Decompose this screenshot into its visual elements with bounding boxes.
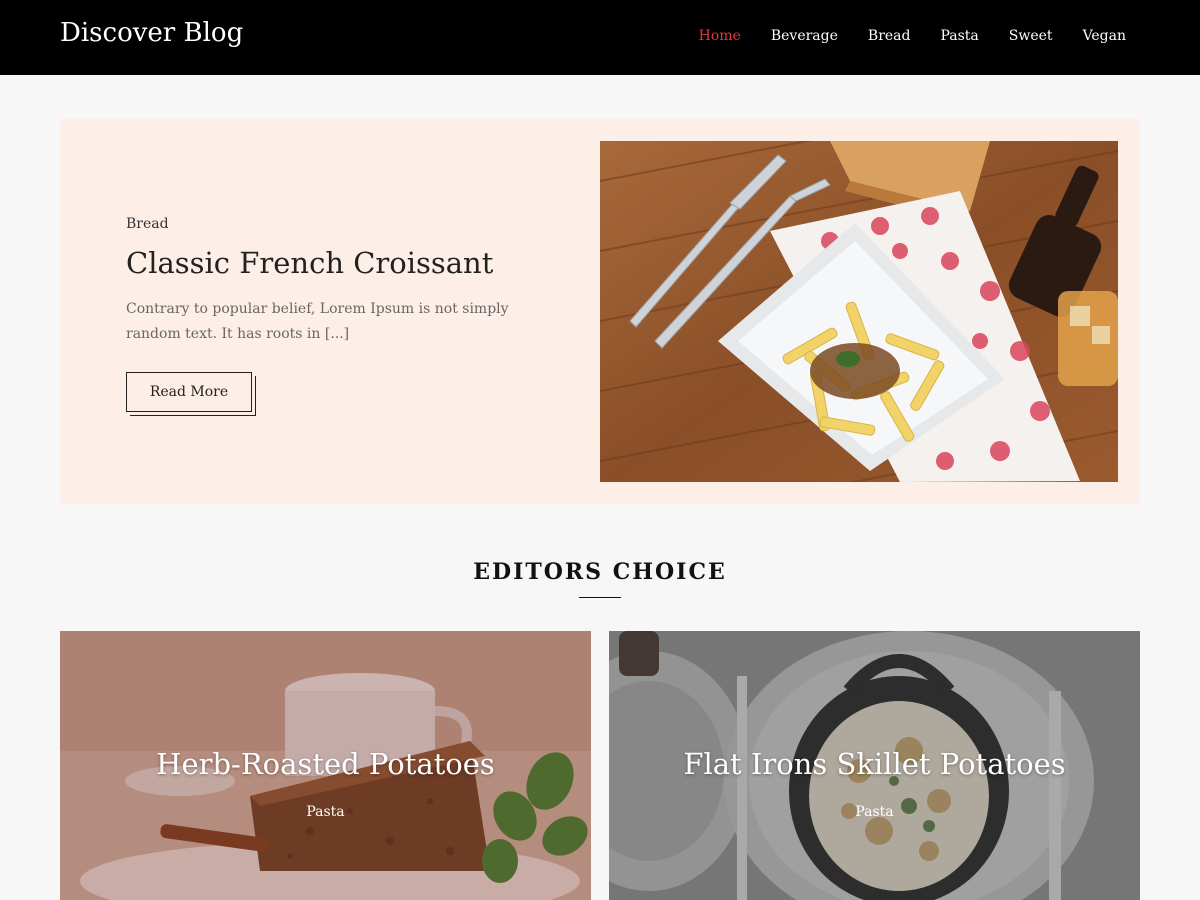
card-category[interactable]: Pasta [609, 804, 1140, 820]
nav-item-beverage[interactable]: Beverage [771, 28, 838, 44]
editors-choice-card[interactable]: Herb-Roasted Potatoes Pasta [60, 631, 591, 900]
heading-divider [579, 597, 621, 598]
site-header: Discover Blog Home Beverage Bread Pasta … [0, 0, 1200, 75]
site-title[interactable]: Discover Blog [60, 18, 243, 48]
featured-post-excerpt: Contrary to popular belief, Lorem Ipsum … [126, 301, 509, 342]
featured-post-image[interactable] [600, 141, 1118, 482]
nav-item-home[interactable]: Home [699, 28, 741, 44]
pasta-plate-photo [600, 141, 1118, 482]
nav-item-vegan[interactable]: Vegan [1083, 28, 1126, 44]
card-title[interactable]: Flat Irons Skillet Potatoes [609, 747, 1140, 781]
editors-choice-heading: EDITORS CHOICE [473, 559, 727, 585]
read-more-button[interactable]: Read More [126, 372, 252, 412]
card-title[interactable]: Herb-Roasted Potatoes [60, 747, 591, 781]
editors-choice-card[interactable]: Flat Irons Skillet Potatoes Pasta [609, 631, 1140, 900]
card-category[interactable]: Pasta [60, 804, 591, 820]
featured-post: Bread Classic French Croissant Contrary … [60, 119, 1140, 504]
featured-post-title[interactable]: Classic French Croissant [126, 246, 493, 280]
nav-item-sweet[interactable]: Sweet [1009, 28, 1053, 44]
nav-item-bread[interactable]: Bread [868, 28, 911, 44]
main-nav: Home Beverage Bread Pasta Sweet Vegan [669, 28, 1126, 44]
featured-post-category[interactable]: Bread [126, 216, 169, 232]
nav-item-pasta[interactable]: Pasta [940, 28, 978, 44]
